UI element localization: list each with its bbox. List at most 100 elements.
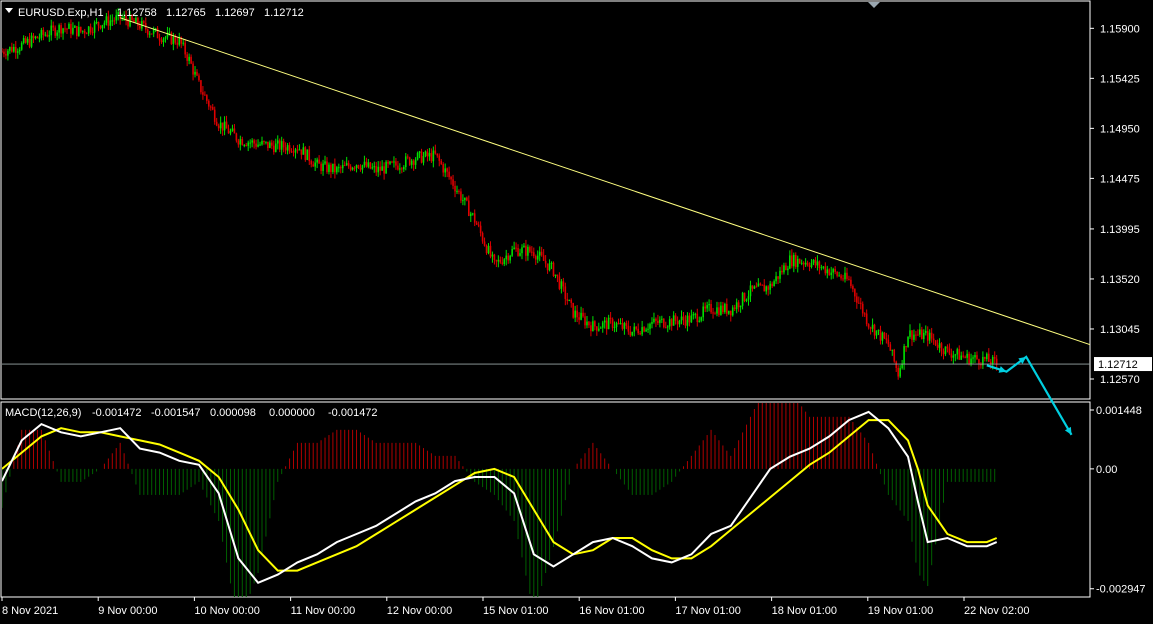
candle [645,327,647,332]
candle [525,239,527,262]
candle [517,244,519,257]
candle [824,262,827,276]
candle-body [720,305,722,315]
candle-body [432,150,435,162]
candle-body [446,168,448,172]
candle [944,346,947,357]
candle [984,356,986,362]
candle-body [105,16,108,23]
candle-body [590,325,592,332]
candle [28,33,31,49]
candle-body [670,319,673,326]
candle [653,312,655,324]
candle [304,146,307,162]
candle-body [560,281,563,289]
candle [101,24,104,33]
candle-body [704,306,706,309]
candle [426,148,429,162]
candle [558,272,561,291]
candle-body [13,46,15,52]
candle-body [570,299,573,303]
candle [915,330,917,341]
candle [164,35,167,43]
candle [477,221,480,228]
candle-body [263,141,265,143]
candle-body [755,286,758,288]
candle [964,355,966,359]
candle-body [491,254,494,257]
candle [255,139,257,150]
candle-body [917,334,919,336]
candle-body [387,161,389,164]
candle [456,185,458,195]
candle-body [775,276,777,282]
candle-body [605,320,608,330]
candle [791,249,793,269]
price-pane-frame [0,0,1091,400]
candle-body [278,140,281,150]
candle-body [93,22,96,33]
candle [932,333,935,345]
candle [111,14,114,27]
candle [375,161,378,176]
candle-body [993,356,996,359]
candle-body [568,299,571,301]
candle [529,245,531,254]
candle [105,13,108,26]
candle [708,299,710,312]
candle [668,316,671,330]
candle [633,322,636,337]
candle [349,164,352,172]
candle-body [397,165,399,170]
candle-body [483,241,486,246]
candle [475,220,478,225]
candle-body [371,167,374,169]
candle [251,138,253,148]
candle [940,342,943,357]
candle [519,248,521,257]
candle [491,251,494,263]
candle [712,307,714,319]
macd-title: MACD(12,26,9) [5,407,81,419]
candle-body [194,71,196,75]
candle-body [657,320,659,323]
candle [783,262,785,275]
candle-body [20,43,23,50]
candle [968,351,970,366]
candle [948,343,951,356]
candle-body [412,160,415,165]
candle [162,37,165,47]
candle [363,155,366,168]
candle-body [779,270,781,279]
candle-body [523,245,525,248]
candle [93,20,96,39]
candle-body [448,171,450,178]
candle [188,53,190,65]
candle-body [22,38,25,44]
candle-body [599,327,602,329]
candle-body [966,353,968,358]
candle [7,48,9,61]
candle-body [881,332,884,341]
x-tick-label: 12 Nov 00:00 [387,605,452,617]
candle-body [489,245,492,257]
candle [554,274,557,279]
candle [623,321,626,335]
candle-body [972,357,974,359]
candle-body [111,20,114,22]
candle-body [202,92,204,95]
candle [434,144,437,155]
candle [816,255,819,271]
candle-body [83,30,86,34]
candle [343,161,346,167]
candle-body [877,329,880,331]
candle [680,310,683,325]
candle [956,347,959,360]
candle [627,320,630,335]
candle [607,314,610,330]
candle [336,165,338,175]
projection-arrowhead-down [998,366,1007,373]
candle [919,323,921,338]
candle-body [767,286,769,290]
candle-body [182,42,185,44]
